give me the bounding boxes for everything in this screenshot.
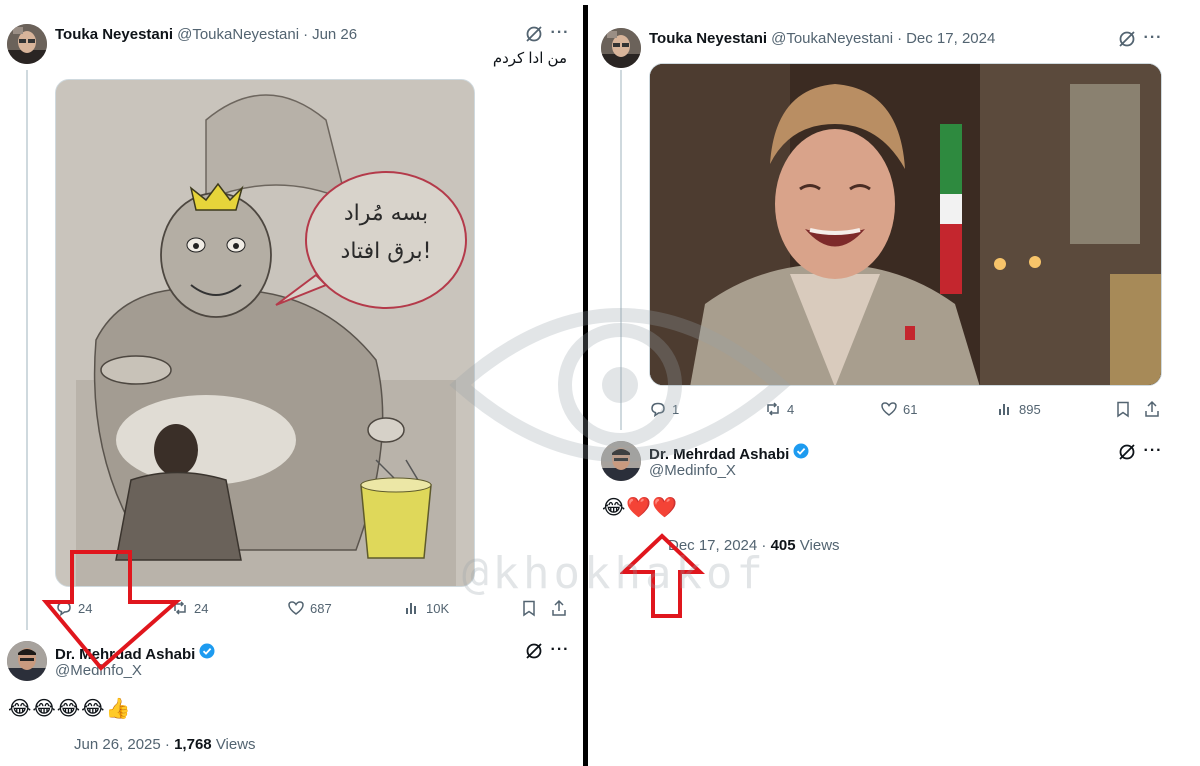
- author-name[interactable]: Touka Neyestani: [649, 30, 767, 47]
- bookmark-button[interactable]: [1114, 400, 1132, 418]
- reply-views-count: 405: [770, 537, 796, 554]
- more-icon[interactable]: ···: [1142, 27, 1164, 49]
- reply-date[interactable]: Jun 26, 2025: [74, 736, 161, 753]
- red-arrow-down: [41, 550, 182, 671]
- reply-meta: Jun 26, 2025 · 1,768 Views: [74, 736, 256, 753]
- grok-icon[interactable]: [523, 640, 545, 662]
- verified-badge-icon: [199, 643, 215, 659]
- more-icon[interactable]: ···: [1142, 440, 1164, 462]
- views-button[interactable]: 10K: [403, 599, 449, 617]
- bookmark-button[interactable]: [520, 599, 538, 617]
- reply-text: 😂😂😂😂👍: [8, 698, 132, 720]
- share-button[interactable]: [550, 599, 568, 617]
- author-handle[interactable]: @ToukaNeyestani: [177, 26, 299, 43]
- like-icon: [288, 601, 304, 615]
- repost-count: 24: [194, 600, 209, 616]
- grok-icon[interactable]: [1116, 28, 1138, 50]
- share-button[interactable]: [1143, 400, 1161, 418]
- post-header: Touka Neyestani @ToukaNeyestani · Dec 17…: [649, 30, 995, 47]
- bookmark-icon: [1117, 401, 1129, 418]
- post-header: Touka Neyestani @ToukaNeyestani · Jun 26: [55, 26, 357, 43]
- reply-views-count: 1,768: [174, 736, 212, 753]
- views-icon: [999, 404, 1009, 415]
- cartoon-drawing: بسه مُراد برق افتاد!: [56, 80, 474, 586]
- like-count: 687: [310, 600, 332, 616]
- share-icon: [1145, 400, 1159, 417]
- more-icon[interactable]: ···: [549, 639, 571, 661]
- thread-line: [26, 70, 28, 630]
- views-icon: [406, 603, 416, 614]
- separator: ·: [164, 736, 170, 753]
- post-image[interactable]: بسه مُراد برق افتاد!: [55, 79, 475, 587]
- reply-views-label: Views: [215, 736, 256, 753]
- avatar-image: [601, 28, 641, 68]
- like-count: 61: [903, 401, 918, 417]
- like-button[interactable]: 687: [287, 599, 332, 617]
- post-text: من ادا کردم: [492, 50, 567, 67]
- avatar-image: [7, 24, 47, 64]
- author-handle[interactable]: @ToukaNeyestani: [771, 30, 893, 47]
- avatar[interactable]: [7, 24, 47, 64]
- bookmark-icon: [523, 600, 535, 617]
- bubble-text-line2: برق افتاد!: [341, 239, 432, 264]
- watermark-text: @khokhakof: [462, 548, 767, 599]
- share-icon: [552, 599, 566, 616]
- watermark-eye-logo: [449, 308, 791, 462]
- reply-views-label: Views: [799, 537, 840, 554]
- post-date[interactable]: Dec 17, 2024: [906, 30, 995, 47]
- author-name[interactable]: Touka Neyestani: [55, 26, 173, 43]
- avatar[interactable]: [601, 28, 641, 68]
- more-icon[interactable]: ···: [549, 22, 571, 44]
- like-button[interactable]: 61: [880, 400, 917, 418]
- views-button[interactable]: 895: [996, 400, 1041, 418]
- views-count: 895: [1019, 401, 1041, 417]
- views-count: 10K: [426, 600, 450, 616]
- post-date[interactable]: Jun 26: [312, 26, 357, 43]
- separator: ·: [897, 30, 903, 47]
- bubble-text-line1: بسه مُراد: [344, 201, 428, 226]
- like-icon: [881, 402, 897, 416]
- grok-icon[interactable]: [523, 23, 545, 45]
- grok-icon[interactable]: [1116, 441, 1138, 463]
- separator: ·: [303, 26, 309, 43]
